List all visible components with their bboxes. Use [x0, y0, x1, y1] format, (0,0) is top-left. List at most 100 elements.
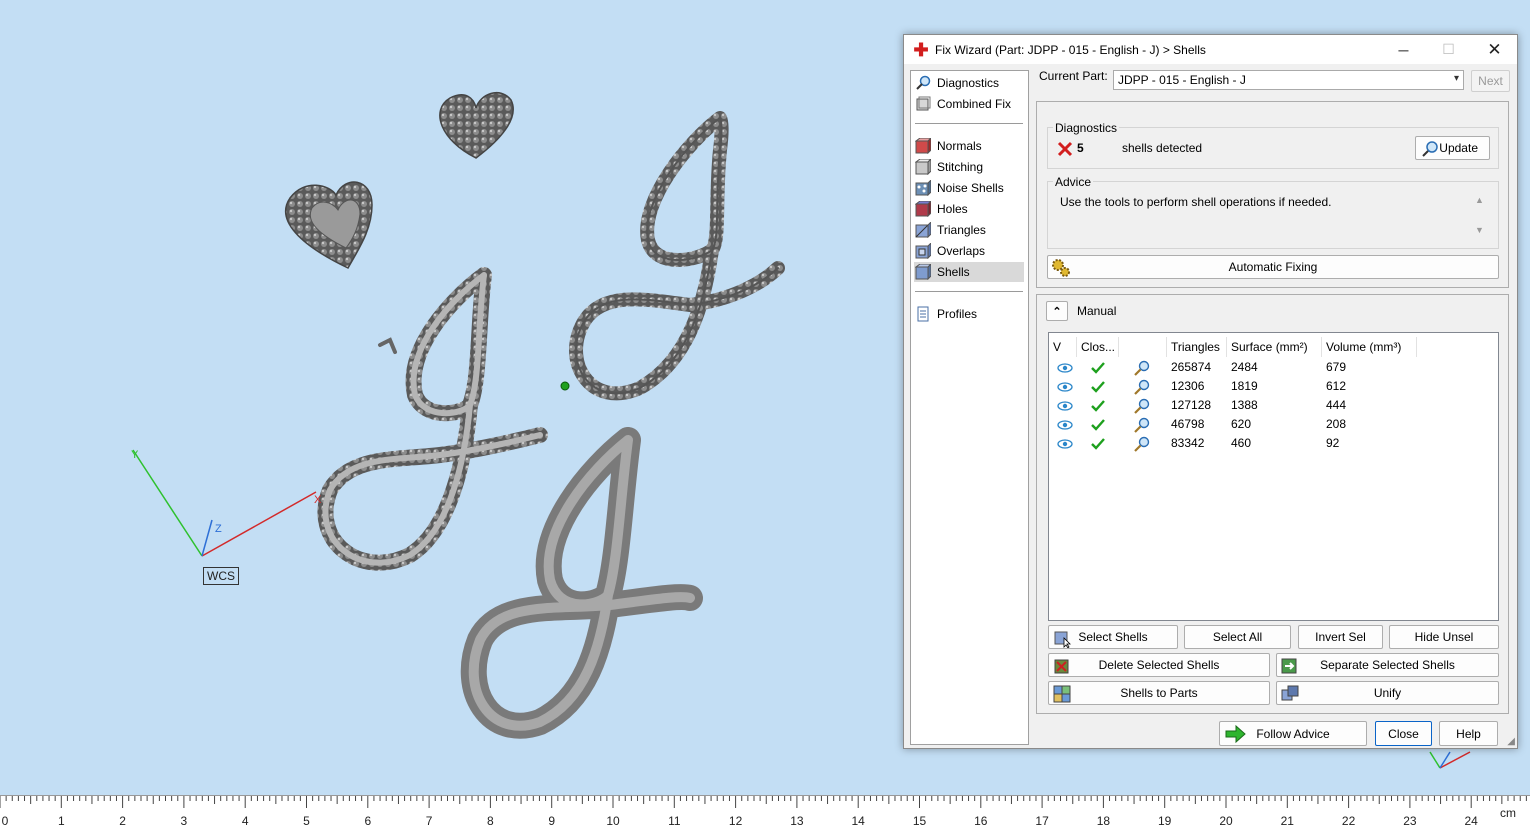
col-header-visible[interactable]: V: [1049, 337, 1077, 357]
nav-item-profiles[interactable]: Profiles: [914, 304, 1024, 324]
ruler-label: 5: [303, 814, 310, 828]
ruler-label: 23: [1403, 814, 1417, 828]
ruler-label: 7: [425, 814, 433, 828]
ruler-label: 11: [668, 814, 681, 828]
view-cube-axes[interactable]: [1429, 751, 1471, 769]
triangles-value: 83342: [1171, 436, 1205, 450]
table-row[interactable]: 83342 460 92: [1049, 434, 1498, 453]
col-header-closed[interactable]: Clos...: [1077, 337, 1119, 357]
ruler-label: 15: [912, 814, 927, 828]
hide-unselected-button[interactable]: Hide Unsel: [1389, 625, 1499, 649]
green-arrow-icon: [1224, 724, 1246, 744]
fix-wizard-dialog[interactable]: ✚ Fix Wizard (Part: JDPP - 015 - English…: [903, 34, 1518, 749]
pivot-point[interactable]: [560, 381, 570, 391]
heart-shell-beaded[interactable]: [439, 91, 514, 159]
resize-grip[interactable]: ◢: [1507, 736, 1515, 747]
select-all-button[interactable]: Select All: [1184, 625, 1291, 649]
ruler-label: 8: [487, 814, 494, 828]
heart-shell-frame[interactable]: [284, 181, 373, 269]
surface-value: 2484: [1231, 360, 1258, 374]
nav-label: Shells: [937, 265, 970, 279]
ruler-label: 16: [974, 814, 988, 828]
current-part-select[interactable]: JDPP - 015 - English - J ▾: [1113, 70, 1464, 90]
select-shells-icon: [1052, 628, 1072, 649]
col-header-zoom[interactable]: [1119, 337, 1167, 357]
automatic-fixing-button[interactable]: Automatic Fixing: [1047, 255, 1499, 279]
check-icon: [1091, 434, 1105, 456]
close-button[interactable]: Close: [1375, 721, 1432, 746]
table-row[interactable]: 127128 1388 444: [1049, 396, 1498, 415]
letter-j-beaded-shell[interactable]: [569, 111, 785, 401]
nav-item-triangles[interactable]: Triangles: [914, 220, 1024, 240]
eye-icon[interactable]: [1057, 434, 1073, 456]
delete-selected-label: Delete Selected Shells: [1098, 658, 1220, 672]
advice-group-label: Advice: [1053, 175, 1094, 189]
ruler-label: 2: [119, 814, 126, 828]
separate-selected-label: Separate Selected Shells: [1320, 658, 1455, 672]
follow-advice-label: Follow Advice: [1256, 726, 1330, 741]
nav-item-shells[interactable]: Shells: [914, 262, 1024, 282]
delete-selected-shells-button[interactable]: Delete Selected Shells: [1048, 653, 1270, 677]
svg-text:Z: Z: [215, 523, 222, 535]
col-header-surface[interactable]: Surface (mm²): [1227, 337, 1322, 357]
unify-button[interactable]: Unify: [1276, 681, 1499, 705]
maximize-button[interactable]: ☐: [1426, 35, 1471, 64]
diagnostics-status: shells detected: [1122, 141, 1203, 155]
help-button[interactable]: Help: [1439, 721, 1498, 746]
shells-cube-icon: [914, 263, 932, 281]
shells-table[interactable]: V Clos... Triangles Surface (mm²) Volume…: [1048, 332, 1499, 621]
nav-item-stitching[interactable]: Stitching: [914, 157, 1024, 177]
letter-j-frame-shell[interactable]: [317, 267, 548, 571]
table-row[interactable]: 265874 2484 679: [1049, 358, 1498, 377]
update-button[interactable]: Update: [1415, 136, 1490, 160]
letter-j-solid-shell[interactable]: [460, 427, 703, 739]
volume-value: 612: [1326, 379, 1347, 393]
col-header-triangles[interactable]: Triangles: [1167, 337, 1227, 357]
volume-value: 679: [1326, 360, 1347, 374]
nav-item-combined-fix[interactable]: Combined Fix: [914, 94, 1024, 114]
select-shells-button[interactable]: Select Shells: [1048, 625, 1178, 649]
nav-item-noise-shells[interactable]: Noise Shells: [914, 178, 1024, 198]
next-button[interactable]: Next: [1471, 70, 1510, 92]
col-header-volume[interactable]: Volume (mm³): [1322, 337, 1417, 357]
surface-value: 1819: [1231, 379, 1258, 393]
ruler-label: 6: [364, 814, 372, 828]
shells-to-parts-button[interactable]: Shells to Parts: [1048, 681, 1270, 705]
collapse-manual-button[interactable]: ⌃: [1046, 301, 1068, 321]
close-window-button[interactable]: ✕: [1472, 35, 1517, 64]
separate-selected-shells-button[interactable]: Separate Selected Shells: [1276, 653, 1499, 677]
manual-label: Manual: [1077, 304, 1117, 318]
nav-label: Noise Shells: [937, 181, 1004, 195]
shell-count: 5: [1077, 141, 1084, 155]
magnifier-icon: [914, 74, 932, 92]
ruler-label: 14: [851, 814, 865, 828]
unify-icon: [1280, 684, 1300, 704]
triangles-cube-icon: [914, 221, 932, 239]
scroll-up-icon[interactable]: ▲: [1475, 195, 1484, 205]
nav-item-overlaps[interactable]: Overlaps: [914, 241, 1024, 261]
table-row[interactable]: 46798 620 208: [1049, 415, 1498, 434]
nav-item-normals[interactable]: Normals: [914, 136, 1024, 156]
table-row[interactable]: 12306 1819 612: [1049, 377, 1498, 396]
diagnostics-group-label: Diagnostics: [1053, 121, 1120, 135]
separate-shells-icon: [1280, 656, 1300, 676]
scroll-down-icon[interactable]: ▼: [1475, 225, 1484, 235]
nav-label: Profiles: [937, 307, 978, 321]
nav-item-holes[interactable]: Holes: [914, 199, 1024, 219]
delete-shells-icon: [1052, 656, 1072, 676]
volume-value: 208: [1326, 417, 1347, 431]
zoom-to-shell-icon[interactable]: [1133, 434, 1151, 458]
update-label: Update: [1439, 141, 1478, 155]
current-part-label: Current Part:: [1039, 69, 1108, 83]
nav-label: Combined Fix: [937, 97, 1012, 111]
ruler-label: 9: [548, 814, 556, 828]
invert-selection-button[interactable]: Invert Sel: [1298, 625, 1383, 649]
minimize-button[interactable]: ─: [1381, 35, 1426, 64]
ruler-label: 1: [57, 814, 65, 828]
gears-icon: [1051, 258, 1071, 281]
follow-advice-button[interactable]: Follow Advice: [1219, 721, 1367, 746]
nav-item-diagnostics[interactable]: Diagnostics: [914, 73, 1024, 93]
title-bar[interactable]: ✚ Fix Wizard (Part: JDPP - 015 - English…: [904, 35, 1517, 64]
svg-text:X: X: [314, 494, 322, 506]
wcs-axes: Y X Z: [131, 449, 322, 557]
